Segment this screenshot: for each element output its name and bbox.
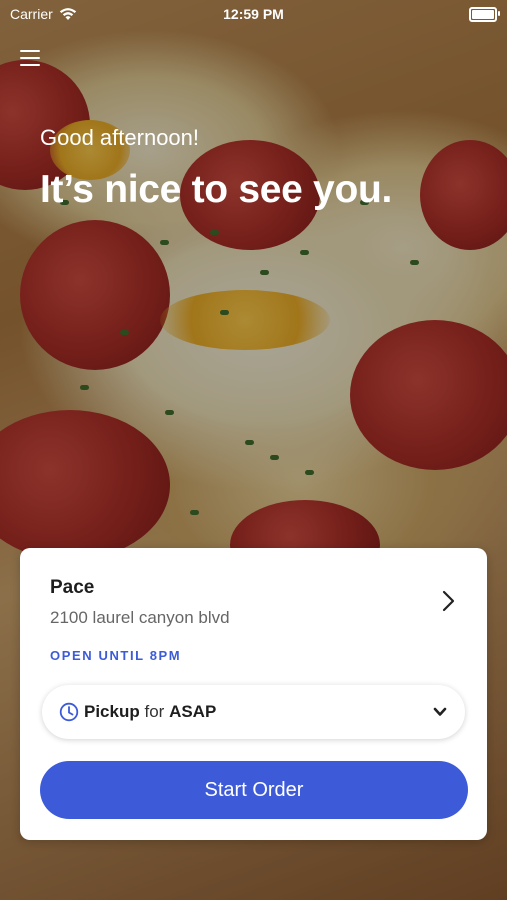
pickup-time-selector[interactable]: Pickup for ASAP [42,685,465,739]
hamburger-icon[interactable] [20,48,40,68]
order-time: ASAP [169,702,217,721]
battery-icon [469,7,500,22]
chevron-down-icon [433,707,447,716]
order-mode: Pickup [84,702,140,721]
status-time: 12:59 PM [223,6,284,22]
order-connector: for [144,702,165,721]
page-title: It’s nice to see you. [40,168,393,211]
status-bar: Carrier 12:59 PM [0,0,507,28]
pickup-label: Pickup for ASAP [84,702,216,722]
store-card: Pace 2100 laurel canyon blvd OPEN UNTIL … [20,548,487,840]
store-address: 2100 laurel canyon blvd [50,608,230,627]
clock-icon [59,702,79,722]
chevron-right-icon[interactable] [437,590,459,612]
greeting-text: Good afternoon! [40,125,200,150]
store-name: Pace [50,577,95,598]
store-hours-badge: OPEN UNTIL 8PM [50,648,182,663]
start-order-button[interactable]: Start Order [40,761,468,819]
